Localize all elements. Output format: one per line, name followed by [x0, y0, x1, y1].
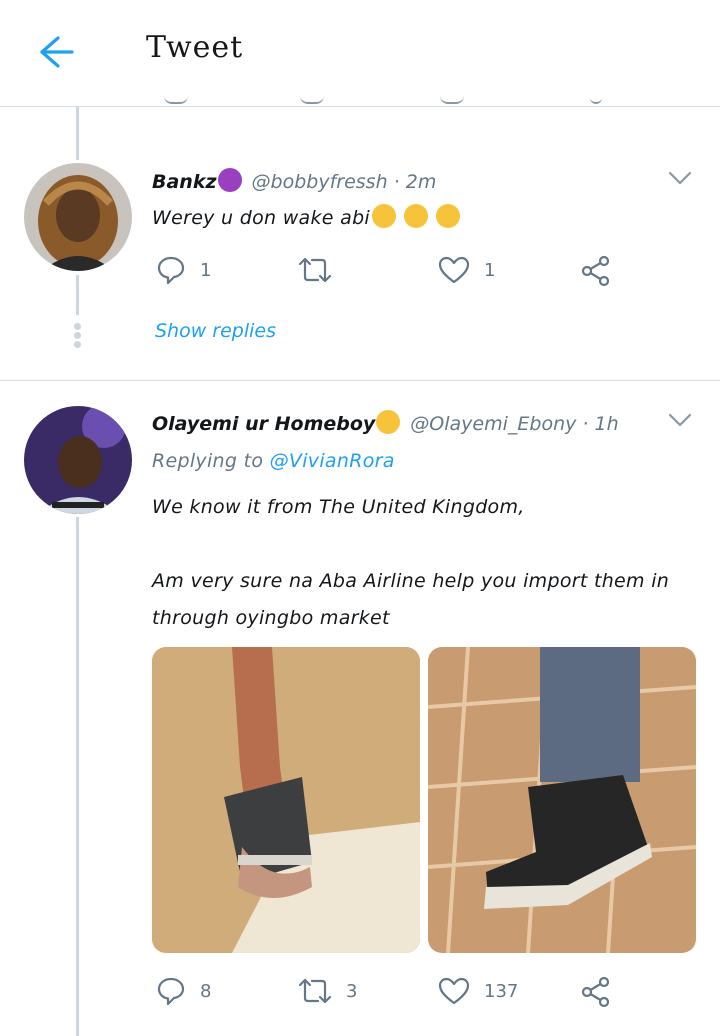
- share-icon: [581, 255, 610, 287]
- avatar[interactable]: [24, 163, 132, 271]
- sunglasses-emoji-icon: [376, 410, 401, 434]
- separator: ·: [393, 171, 400, 193]
- tweet-text-line: through oyingbo market: [152, 607, 390, 629]
- thread-dot: [74, 341, 81, 348]
- retweet-icon: [298, 257, 332, 283]
- reply-button[interactable]: 1: [156, 255, 211, 285]
- display-name[interactable]: Bankz: [152, 171, 217, 193]
- heart-icon: [438, 977, 470, 1005]
- like-count: 1: [484, 259, 496, 281]
- tweet-body: Werey u don wake abi: [152, 207, 371, 229]
- replying-to-handle[interactable]: @VivianRora: [270, 450, 395, 472]
- user-handle[interactable]: @Olayemi_Ebony: [410, 413, 576, 435]
- replying-to-label: Replying to: [152, 450, 264, 472]
- devil-emoji-icon: [217, 168, 242, 192]
- tweet-actions: 1 1: [156, 255, 616, 291]
- tweet-photo[interactable]: [428, 647, 696, 953]
- thread-dot: [74, 332, 81, 339]
- thread-line: [76, 517, 79, 1036]
- share-button[interactable]: [580, 976, 612, 1008]
- page-title: Tweet: [146, 30, 244, 65]
- retweet-count: 3: [346, 980, 358, 1002]
- back-arrow-icon[interactable]: [36, 32, 76, 72]
- retweet-icon: [298, 978, 332, 1004]
- thread-line: [76, 275, 79, 315]
- tweet-header: Olayemi ur Homeboy @Olayemi_Ebony · 1h: [152, 410, 619, 435]
- timestamp[interactable]: 2m: [406, 171, 437, 193]
- divider: [0, 380, 720, 381]
- user-handle[interactable]: @bobbyfressh: [252, 171, 388, 193]
- laughing-emoji-icon: [372, 204, 397, 228]
- tweet-photo[interactable]: [152, 647, 420, 953]
- thread-dot: [74, 323, 81, 330]
- chevron-down-icon[interactable]: [668, 170, 692, 185]
- like-count: 137: [484, 980, 519, 1002]
- share-button[interactable]: [580, 255, 612, 287]
- reply-button[interactable]: 8: [156, 976, 211, 1006]
- reply-icon: [157, 256, 185, 285]
- separator: ·: [582, 413, 589, 435]
- tweet-text: Werey u don wake abi: [152, 204, 461, 229]
- show-replies-link[interactable]: Show replies: [155, 320, 276, 342]
- tweet-text-line: Am very sure na Aba Airline help you imp…: [152, 570, 670, 592]
- laughing-emoji-icon: [436, 204, 461, 228]
- like-button[interactable]: 1: [438, 255, 495, 285]
- heart-icon: [438, 256, 470, 284]
- tweet-header: Bankz @bobbyfressh · 2m: [152, 168, 436, 193]
- share-icon: [581, 976, 610, 1008]
- retweet-button[interactable]: [298, 255, 332, 285]
- like-button[interactable]: 137: [438, 976, 518, 1006]
- chevron-down-icon[interactable]: [668, 412, 692, 427]
- reply-count: 1: [200, 259, 212, 281]
- previous-tweet-actions: [150, 96, 620, 114]
- reply-icon: [157, 977, 185, 1006]
- display-name[interactable]: Olayemi ur Homeboy: [152, 413, 375, 435]
- avatar[interactable]: [24, 406, 132, 514]
- thread-line: [76, 106, 79, 160]
- laughing-emoji-icon: [404, 204, 429, 228]
- reply-count: 8: [200, 980, 212, 1002]
- timestamp[interactable]: 1h: [595, 413, 619, 435]
- replying-to: Replying to @VivianRora: [152, 450, 395, 472]
- top-app-bar: Tweet: [0, 0, 720, 107]
- tweet-actions: 8 3 137: [156, 976, 616, 1012]
- tweet-text-line: We know it from The United Kingdom,: [152, 496, 525, 518]
- retweet-button[interactable]: 3: [298, 976, 357, 1006]
